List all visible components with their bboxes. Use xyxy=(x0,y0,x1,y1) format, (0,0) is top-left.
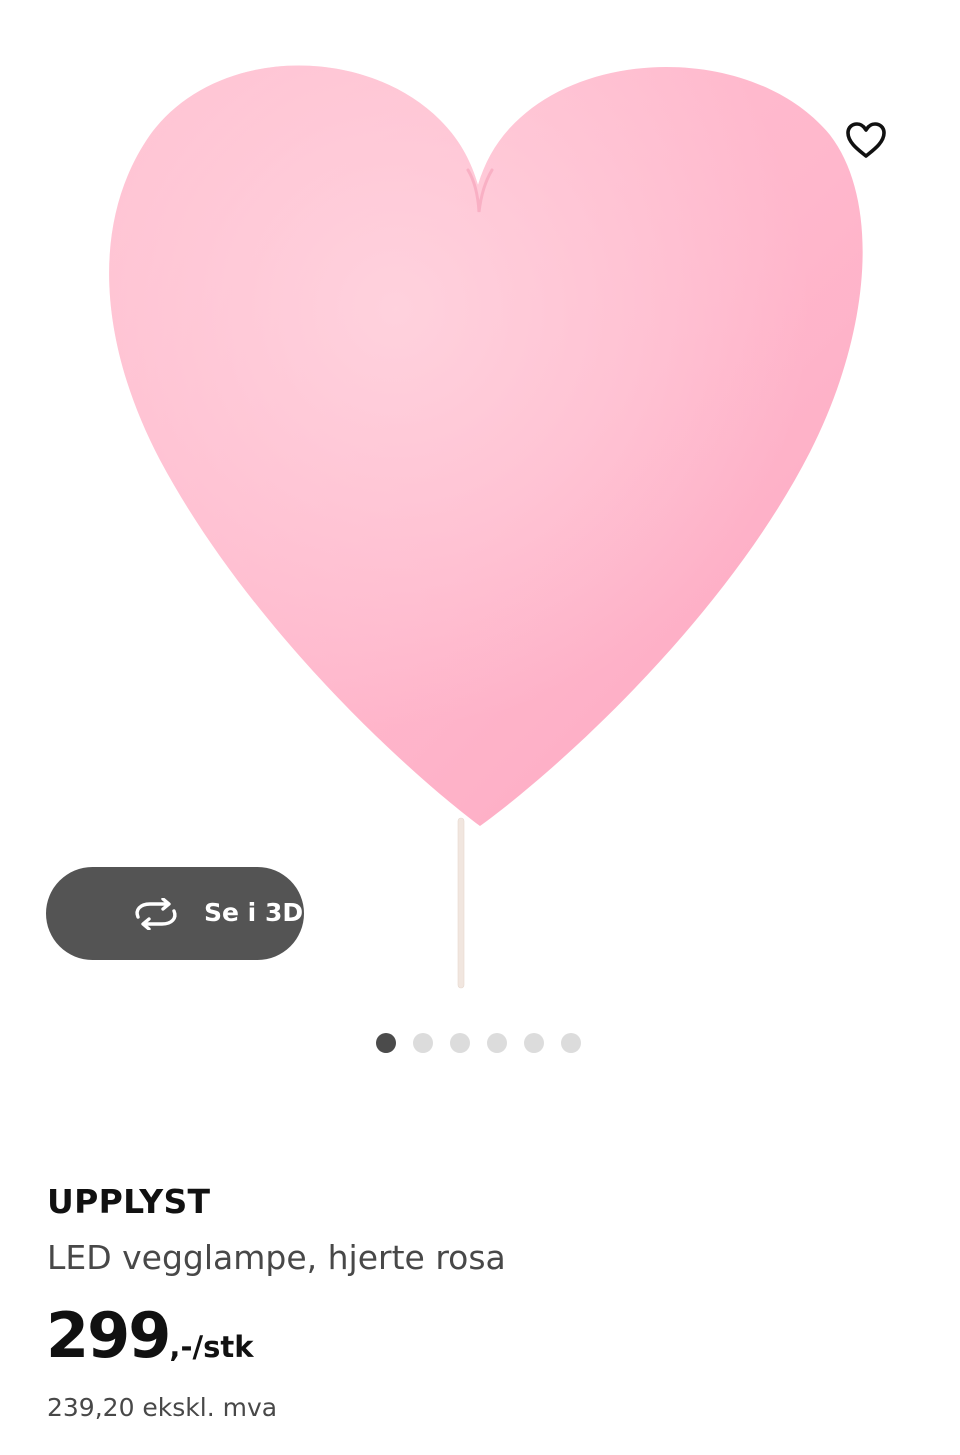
pagination-dot-5[interactable] xyxy=(524,1033,544,1053)
view-in-3d-label: Se i 3D xyxy=(204,898,304,927)
pagination-dot-6[interactable] xyxy=(561,1033,581,1053)
product-price: 299,-/stk xyxy=(46,1300,253,1372)
cord xyxy=(457,817,465,989)
pagination-dot-4[interactable] xyxy=(487,1033,507,1053)
product-description: LED vegglampe, hjerte rosa xyxy=(47,1238,506,1277)
pagination-dot-1[interactable] xyxy=(376,1033,396,1053)
pagination-dot-2[interactable] xyxy=(413,1033,433,1053)
price-excl-vat: 239,20 ekskl. mva xyxy=(47,1393,278,1422)
rotate-3d-icon xyxy=(135,898,177,930)
pagination-dot-3[interactable] xyxy=(450,1033,470,1053)
product-image-gallery[interactable]: Se i 3D xyxy=(0,0,960,1080)
product-name: UPPLYST xyxy=(47,1182,211,1221)
product-image[interactable] xyxy=(0,0,960,1000)
price-suffix: ,-/stk xyxy=(169,1330,254,1364)
heart-outline-icon xyxy=(846,122,886,158)
view-in-3d-button[interactable]: Se i 3D xyxy=(46,867,304,960)
price-integer: 299 xyxy=(46,1299,171,1372)
favourite-button[interactable] xyxy=(836,112,896,168)
image-pagination xyxy=(376,1033,581,1053)
